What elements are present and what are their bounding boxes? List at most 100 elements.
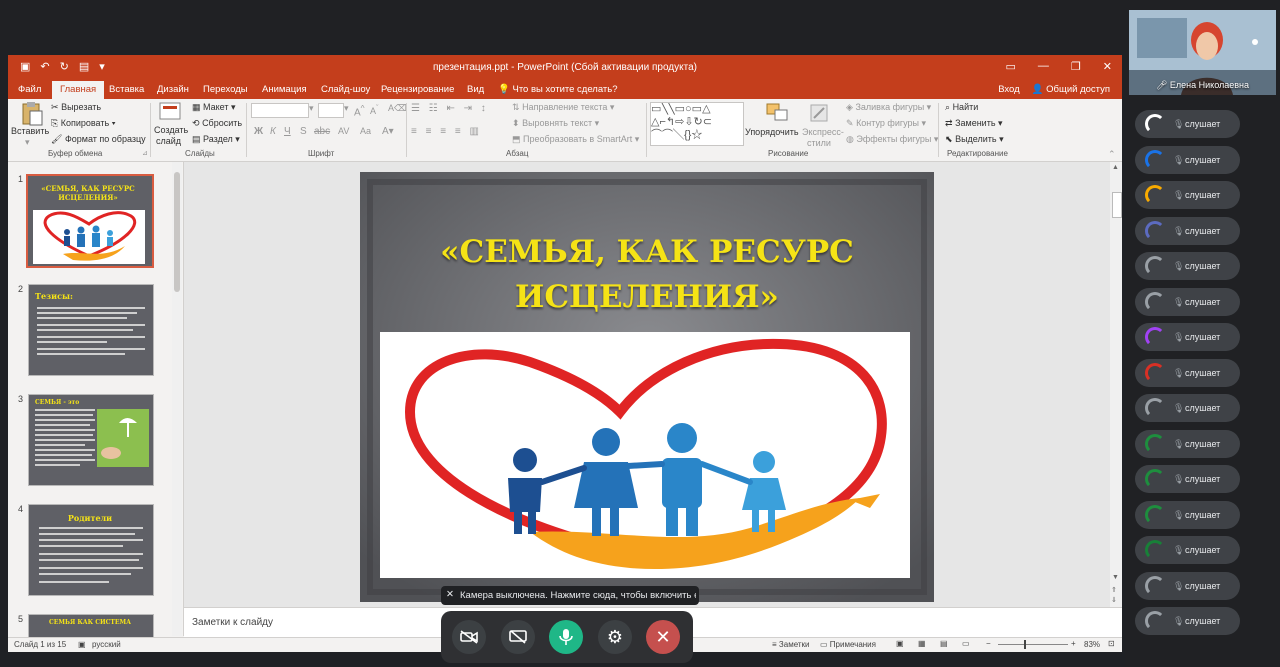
grow-font-icon[interactable]: A^ bbox=[354, 103, 365, 118]
slide-sorter-icon[interactable]: ▦ bbox=[918, 639, 926, 648]
shadow-icon[interactable]: S bbox=[300, 126, 307, 137]
paste-button[interactable]: Вставить bbox=[11, 126, 49, 136]
participant-item[interactable]: 🎙︎ слушает bbox=[1135, 392, 1275, 424]
font-name-input[interactable] bbox=[251, 103, 309, 118]
font-color-icon[interactable]: A▾ bbox=[382, 126, 394, 137]
participant-item[interactable]: 🎙︎ слушает bbox=[1135, 534, 1275, 566]
zoom-in-icon[interactable]: + bbox=[1071, 639, 1076, 648]
next-slide-icon[interactable]: ⇓ bbox=[1111, 596, 1117, 604]
normal-view-icon[interactable]: ▣ bbox=[896, 639, 904, 648]
thumbnail-slide-3[interactable]: СЕМЬЯ - это bbox=[28, 394, 154, 486]
comments-toggle[interactable]: ▭ Примечания bbox=[820, 640, 876, 649]
shapes-gallery[interactable]: ▭╲╲▭○▭△ △⌐↰⇨⇩↻⊂ ⌒⌒╲{}☆ bbox=[650, 102, 744, 146]
tab-review[interactable]: Рецензирование bbox=[381, 84, 454, 95]
participant-item[interactable]: 🎙︎ слушает bbox=[1135, 286, 1275, 318]
tab-animations[interactable]: Анимация bbox=[262, 84, 307, 95]
arrange-button[interactable]: Упорядочить bbox=[745, 127, 799, 137]
thumbnail-slide-5[interactable]: СЕМЬЯ КАК СИСТЕМА bbox=[28, 614, 154, 638]
zoom-out-icon[interactable]: − bbox=[986, 639, 991, 648]
layout-button[interactable]: ▦ Макет ▾ bbox=[192, 102, 236, 113]
bold-icon[interactable]: Ж bbox=[254, 126, 263, 137]
ribbon-display-icon[interactable]: ▭ bbox=[1006, 60, 1016, 73]
tab-slideshow[interactable]: Слайд-шоу bbox=[321, 84, 370, 95]
align-text-button[interactable]: ⬍ Выровнять текст ▾ bbox=[512, 118, 599, 129]
font-name-dropdown-icon[interactable]: ▾ bbox=[309, 103, 314, 114]
share-button[interactable]: 👤 Общий доступ bbox=[1032, 84, 1110, 95]
shrink-font-icon[interactable]: Aˇ bbox=[370, 103, 379, 116]
tell-me-box[interactable]: 💡 Что вы хотите сделать? bbox=[498, 84, 618, 95]
zoom-slider-handle[interactable] bbox=[1024, 640, 1026, 649]
smartart-button[interactable]: ⬒ Преобразовать в SmartArt ▾ bbox=[512, 134, 639, 145]
camera-off-button[interactable] bbox=[452, 620, 486, 654]
language-indicator[interactable]: русский bbox=[92, 640, 121, 649]
participant-item[interactable]: 🎙︎ слушает bbox=[1135, 463, 1275, 495]
sign-in-link[interactable]: Вход bbox=[998, 84, 1020, 95]
underline-icon[interactable]: Ч bbox=[284, 126, 291, 137]
participant-item[interactable]: 🎙︎ слушает bbox=[1135, 250, 1275, 282]
tab-file[interactable]: Файл bbox=[18, 84, 41, 95]
thumbnails-scrollbar[interactable] bbox=[172, 162, 182, 636]
collapse-ribbon-icon[interactable]: ⌃ bbox=[1108, 149, 1116, 160]
spacing-icon[interactable]: AV bbox=[338, 126, 349, 136]
quick-styles-button[interactable]: Экспресс- bbox=[802, 127, 844, 137]
format-painter-button[interactable]: 🖌 Формат по образцу bbox=[51, 134, 146, 145]
select-button[interactable]: ⬉ Выделить ▾ bbox=[945, 134, 1004, 145]
scroll-up-icon[interactable]: ▲ bbox=[1112, 164, 1119, 171]
shape-effects-button[interactable]: ◍ Эффекты фигуры ▾ bbox=[846, 134, 938, 145]
participant-item[interactable]: 🎙︎ слушает bbox=[1135, 108, 1275, 140]
tab-transitions[interactable]: Переходы bbox=[203, 84, 248, 95]
case-icon[interactable]: Aa bbox=[360, 126, 371, 136]
italic-icon[interactable]: К bbox=[270, 126, 276, 137]
thumbnails-scroll-thumb[interactable] bbox=[174, 172, 180, 292]
participant-item[interactable]: 🎙︎ слушает bbox=[1135, 179, 1275, 211]
participant-item[interactable]: 🎙︎ слушает bbox=[1135, 215, 1275, 247]
cut-button[interactable]: ✂ Вырезать bbox=[51, 102, 101, 113]
participant-item[interactable]: 🎙︎ слушает bbox=[1135, 357, 1275, 389]
spellcheck-icon[interactable]: ▣ bbox=[78, 640, 86, 649]
microphone-button[interactable] bbox=[549, 620, 583, 654]
fit-slide-icon[interactable]: ⊡ bbox=[1108, 639, 1115, 648]
strike-icon[interactable]: abc bbox=[314, 126, 330, 137]
settings-button[interactable]: ⚙ bbox=[598, 620, 632, 654]
participant-item[interactable]: 🎙︎ слушает bbox=[1135, 605, 1275, 637]
list-icons[interactable]: ☰ ☷ ⇤ ⇥ ↕ bbox=[411, 103, 489, 114]
close-icon[interactable]: ✕ bbox=[1103, 60, 1112, 73]
copy-button[interactable]: ⎘ Копировать ▾ bbox=[51, 118, 115, 129]
prev-slide-icon[interactable]: ⇑ bbox=[1111, 586, 1117, 594]
find-button[interactable]: ⌕ Найти bbox=[945, 102, 978, 113]
text-direction-button[interactable]: ⇅ Направление текста ▾ bbox=[512, 102, 614, 113]
reset-button[interactable]: ⟲ Сбросить bbox=[192, 118, 242, 129]
presenter-video[interactable]: 🎤︎ Елена Николаевна bbox=[1129, 10, 1276, 95]
thumbnail-slide-2[interactable]: Тезисы: bbox=[28, 284, 154, 376]
thumbnail-slide-1[interactable]: «СЕМЬЯ, КАК РЕСУРС ИСЦЕЛЕНИЯ» bbox=[26, 174, 154, 268]
thumbnail-slide-4[interactable]: Родители bbox=[28, 504, 154, 596]
reading-view-icon[interactable]: ▤ bbox=[940, 639, 948, 648]
zoom-slider[interactable] bbox=[998, 644, 1068, 645]
maximize-icon[interactable]: ❐ bbox=[1071, 60, 1081, 73]
participant-item[interactable]: 🎙︎ слушает bbox=[1135, 428, 1275, 460]
scroll-down-icon[interactable]: ▼ bbox=[1112, 574, 1119, 581]
notes-toggle[interactable]: ≡ Заметки bbox=[772, 640, 810, 649]
participant-item[interactable]: 🎙︎ слушает bbox=[1135, 570, 1275, 602]
align-icons[interactable]: ≡ ≡ ≡ ≡ ▥ bbox=[411, 126, 482, 137]
tab-home[interactable]: Главная bbox=[52, 81, 105, 99]
paste-dropdown-icon[interactable]: ▾ bbox=[25, 137, 30, 148]
tab-view[interactable]: Вид bbox=[467, 84, 484, 95]
clipboard-launcher-icon[interactable]: ⊿ bbox=[142, 149, 148, 157]
minimize-icon[interactable]: — bbox=[1038, 60, 1049, 73]
participant-item[interactable]: 🎙︎ слушает bbox=[1135, 499, 1275, 531]
tab-insert[interactable]: Вставка bbox=[109, 84, 144, 95]
section-button[interactable]: ▤ Раздел ▾ bbox=[192, 134, 240, 145]
participant-item[interactable]: 🎙︎ слушает bbox=[1135, 321, 1275, 353]
participant-item[interactable]: 🎙︎ слушает bbox=[1135, 144, 1275, 176]
font-size-input[interactable] bbox=[318, 103, 344, 118]
zoom-level[interactable]: 83% bbox=[1084, 640, 1100, 649]
slideshow-view-icon[interactable]: ▭ bbox=[962, 639, 970, 648]
clear-format-icon[interactable]: A⌫ bbox=[388, 103, 407, 114]
slide-scroll-thumb[interactable] bbox=[1112, 192, 1122, 218]
screen-share-button[interactable] bbox=[501, 620, 535, 654]
tooltip-close-icon[interactable]: ✕ bbox=[446, 589, 454, 600]
tab-design[interactable]: Дизайн bbox=[157, 84, 189, 95]
current-slide[interactable]: «СЕМЬЯ, КАК РЕСУРС ИСЦЕЛЕНИЯ» bbox=[360, 172, 934, 602]
new-slide-button[interactable]: Создать bbox=[154, 125, 188, 135]
